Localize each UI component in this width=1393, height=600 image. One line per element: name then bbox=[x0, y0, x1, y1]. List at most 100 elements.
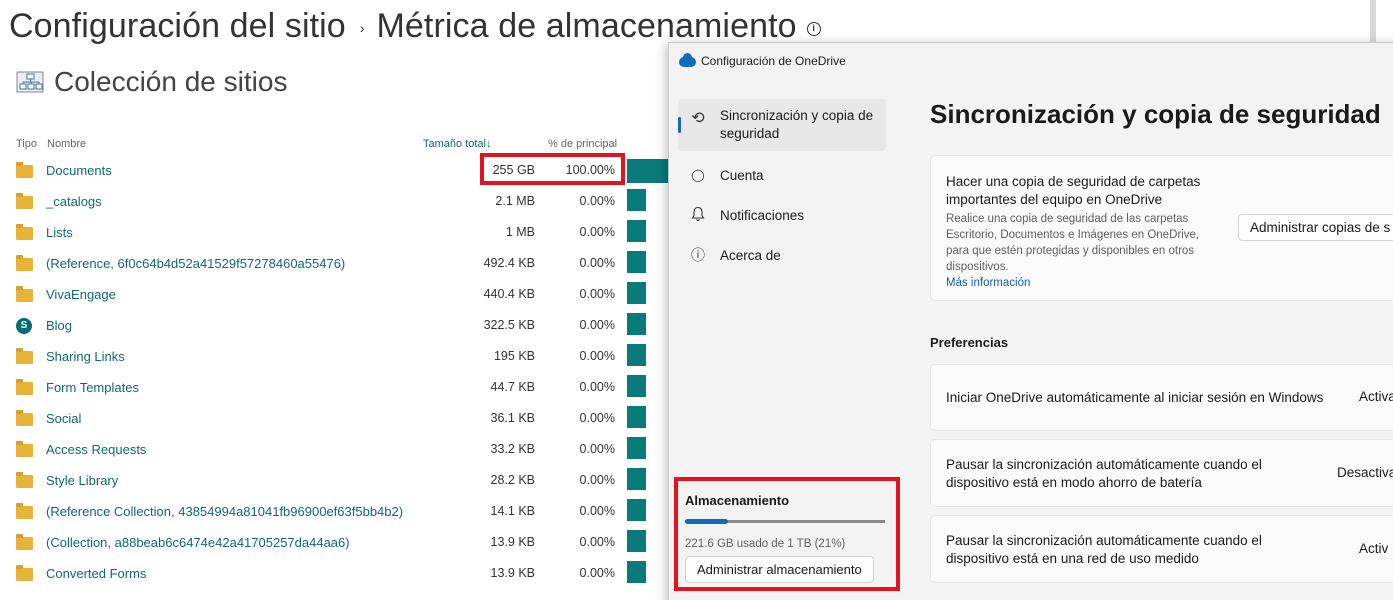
row-name-link[interactable]: Form Templates bbox=[46, 380, 139, 395]
scrollbar[interactable] bbox=[1370, 0, 1376, 42]
preference-battery: Pausar la sincronización automáticamente… bbox=[930, 439, 1393, 507]
row-percent: 0.00% bbox=[579, 225, 615, 239]
row-percent: 0.00% bbox=[579, 194, 615, 208]
backup-card: Hacer una copia de seguridad de carpetas… bbox=[930, 155, 1393, 301]
folder-icon bbox=[16, 224, 33, 240]
table-row: (Reference, 6f0c64b4d52a41529f57278460a5… bbox=[0, 248, 670, 279]
table-row: VivaEngage 440.4 KB 0.00% bbox=[0, 279, 670, 310]
row-usage-bar bbox=[627, 220, 646, 242]
table-row: (Reference Collection, 43854994a81041fb9… bbox=[0, 496, 670, 527]
folder-icon bbox=[16, 162, 33, 178]
window-title: Configuración de OneDrive bbox=[701, 54, 846, 68]
table-row: Lists 1 MB 0.00% bbox=[0, 217, 670, 248]
row-percent: 0.00% bbox=[579, 349, 615, 363]
manage-backup-button[interactable]: Administrar copias de s bbox=[1238, 214, 1393, 241]
row-usage-bar bbox=[627, 375, 646, 397]
folder-icon bbox=[16, 193, 33, 209]
column-header-size[interactable]: Tamaño total↓ bbox=[423, 138, 491, 150]
row-percent: 0.00% bbox=[579, 566, 615, 580]
nav-item-sync-backup[interactable]: ⟲ Sincronización y copia de seguridad bbox=[678, 99, 886, 151]
row-usage-bar bbox=[627, 344, 646, 366]
folder-icon bbox=[16, 410, 33, 426]
table-row: Style Library 28.2 KB 0.00% bbox=[0, 465, 670, 496]
table-row: Social 36.1 KB 0.00% bbox=[0, 403, 670, 434]
preference-toggle[interactable]: Activ bbox=[1359, 541, 1388, 556]
table-row: Form Templates 44.7 KB 0.00% bbox=[0, 372, 670, 403]
preference-metered: Pausar la sincronización automáticamente… bbox=[930, 515, 1393, 583]
row-name-link[interactable]: VivaEngage bbox=[46, 287, 116, 302]
row-size: 2.1 MB bbox=[495, 194, 535, 208]
row-usage-bar bbox=[627, 437, 646, 459]
row-name-link[interactable]: Blog bbox=[46, 318, 72, 333]
row-usage-bar bbox=[627, 561, 646, 583]
row-size: 33.2 KB bbox=[490, 442, 535, 456]
row-usage-bar bbox=[627, 251, 646, 273]
row-name-link[interactable]: (Collection, a88beab6c6474e42a41705257da… bbox=[46, 535, 350, 550]
nav-item-about[interactable]: ⓘ Acerca de bbox=[678, 243, 886, 269]
folder-icon bbox=[16, 348, 33, 364]
row-usage-bar bbox=[627, 530, 646, 552]
row-size: 322.5 KB bbox=[483, 318, 535, 332]
backup-title: Hacer una copia de seguridad de carpetas… bbox=[946, 174, 1201, 207]
page-title: Métrica de almacenamiento bbox=[376, 6, 797, 45]
row-size: 36.1 KB bbox=[490, 411, 535, 425]
row-name-link[interactable]: Sharing Links bbox=[46, 349, 125, 364]
bell-icon bbox=[690, 206, 706, 226]
info-icon: ⓘ bbox=[691, 247, 705, 263]
onedrive-cloud-icon bbox=[679, 53, 696, 67]
row-name-link[interactable]: Social bbox=[46, 411, 81, 426]
screen: Configuración del sitio › Métrica de alm… bbox=[0, 0, 1393, 600]
nav-label: Cuenta bbox=[720, 168, 764, 183]
row-size: 13.9 KB bbox=[490, 566, 535, 580]
folder-icon bbox=[16, 441, 33, 457]
table-row: Converted Forms 13.9 KB 0.00% bbox=[0, 558, 670, 589]
row-name-link[interactable]: Documents bbox=[46, 163, 112, 178]
window-titlebar: Configuración de OneDrive bbox=[669, 43, 1393, 79]
section-title: Colección de sitios bbox=[54, 66, 288, 97]
row-name-link[interactable]: Lists bbox=[46, 225, 73, 240]
breadcrumb-site-settings[interactable]: Configuración del sitio bbox=[9, 7, 346, 46]
row-size: 13.9 KB bbox=[490, 535, 535, 549]
row-name-link[interactable]: Converted Forms bbox=[46, 566, 146, 581]
row-percent: 0.00% bbox=[579, 473, 615, 487]
sharepoint-icon: S bbox=[16, 318, 32, 334]
folder-icon bbox=[16, 255, 33, 271]
row-name-link[interactable]: (Reference, 6f0c64b4d52a41529f57278460a5… bbox=[46, 256, 345, 271]
row-usage-bar bbox=[627, 313, 646, 335]
highlight-box bbox=[674, 477, 900, 591]
preference-toggle[interactable]: Desactiva bbox=[1337, 465, 1393, 480]
table-row: Access Requests 33.2 KB 0.00% bbox=[0, 434, 670, 465]
row-name-link[interactable]: _catalogs bbox=[46, 194, 102, 209]
row-name-link[interactable]: Style Library bbox=[46, 473, 118, 488]
table-row: (Collection, a88beab6c6474e42a41705257da… bbox=[0, 527, 670, 558]
row-percent: 0.00% bbox=[579, 504, 615, 518]
row-usage-bar bbox=[627, 282, 646, 304]
nav-item-notifications[interactable]: Notificaciones bbox=[678, 203, 886, 229]
highlight-box bbox=[480, 153, 625, 185]
folder-icon bbox=[16, 565, 33, 581]
folder-icon bbox=[16, 472, 33, 488]
site-collection-icon bbox=[16, 69, 46, 95]
row-name-link[interactable]: Access Requests bbox=[46, 442, 146, 457]
row-size: 14.1 KB bbox=[490, 504, 535, 518]
preference-autostart: Iniciar OneDrive automáticamente al inic… bbox=[930, 364, 1393, 431]
row-usage-bar bbox=[627, 189, 646, 211]
column-header-type: Tipo bbox=[16, 138, 37, 150]
nav-label: Sincronización y copia de seguridad bbox=[720, 108, 874, 141]
row-usage-bar bbox=[627, 468, 646, 490]
more-info-link[interactable]: Más información bbox=[946, 277, 1211, 289]
person-icon: ◯ bbox=[691, 168, 705, 182]
row-size: 195 KB bbox=[493, 349, 535, 363]
row-percent: 0.00% bbox=[579, 318, 615, 332]
column-header-name: Nombre bbox=[47, 138, 87, 150]
row-name-link[interactable]: (Reference Collection, 43854994a81041fb9… bbox=[46, 504, 403, 519]
row-size: 28.2 KB bbox=[490, 473, 535, 487]
row-percent: 0.00% bbox=[579, 380, 615, 394]
preference-toggle[interactable]: Activa bbox=[1359, 389, 1393, 404]
nav-label: Acerca de bbox=[720, 248, 781, 263]
folder-icon bbox=[16, 534, 33, 550]
row-percent: 0.00% bbox=[579, 535, 615, 549]
folder-icon bbox=[16, 503, 33, 519]
info-icon[interactable]: i bbox=[806, 22, 821, 36]
nav-item-account[interactable]: ◯ Cuenta bbox=[678, 163, 886, 189]
